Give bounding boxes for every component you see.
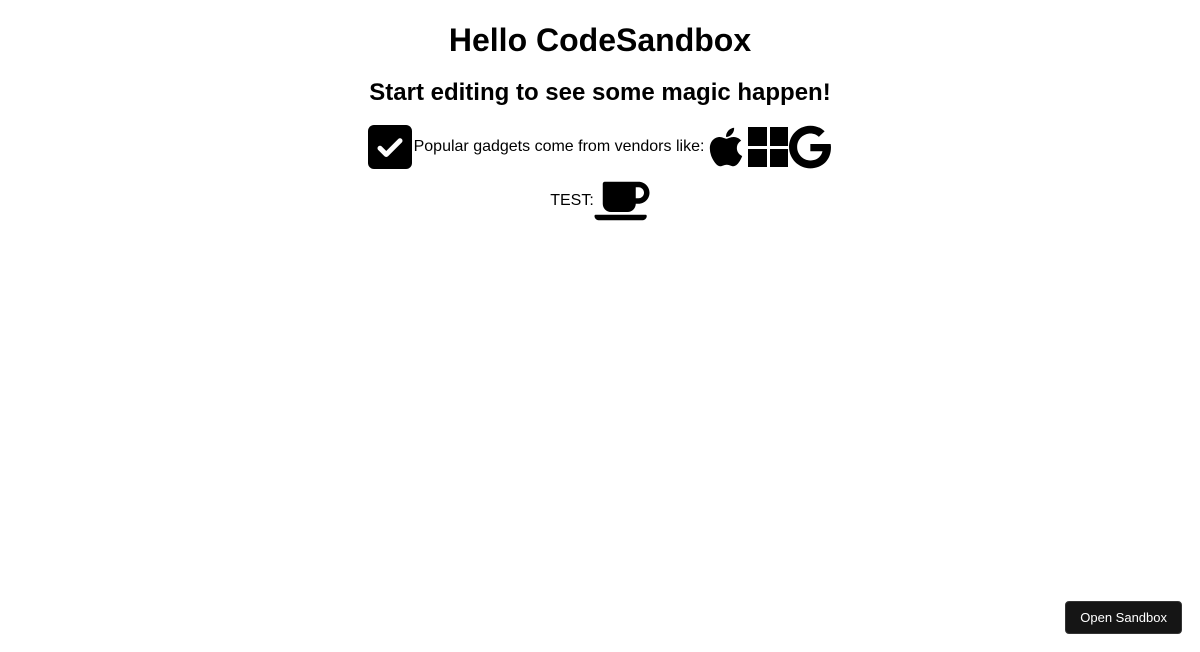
test-line: TEST: [0, 179, 1200, 223]
check-square-icon [368, 125, 412, 169]
page-title: Hello CodeSandbox [0, 22, 1200, 59]
test-label: TEST: [550, 192, 594, 210]
google-icon [788, 125, 832, 169]
open-sandbox-button[interactable]: Open Sandbox [1065, 601, 1182, 634]
page-subtitle: Start editing to see some magic happen! [0, 79, 1200, 107]
vendors-text: Popular gadgets come from vendors like: [414, 138, 705, 156]
coffee-icon [594, 179, 650, 223]
apple-icon [704, 125, 748, 169]
microsoft-icon [748, 127, 788, 167]
vendors-line: Popular gadgets come from vendors like: [0, 125, 1200, 169]
